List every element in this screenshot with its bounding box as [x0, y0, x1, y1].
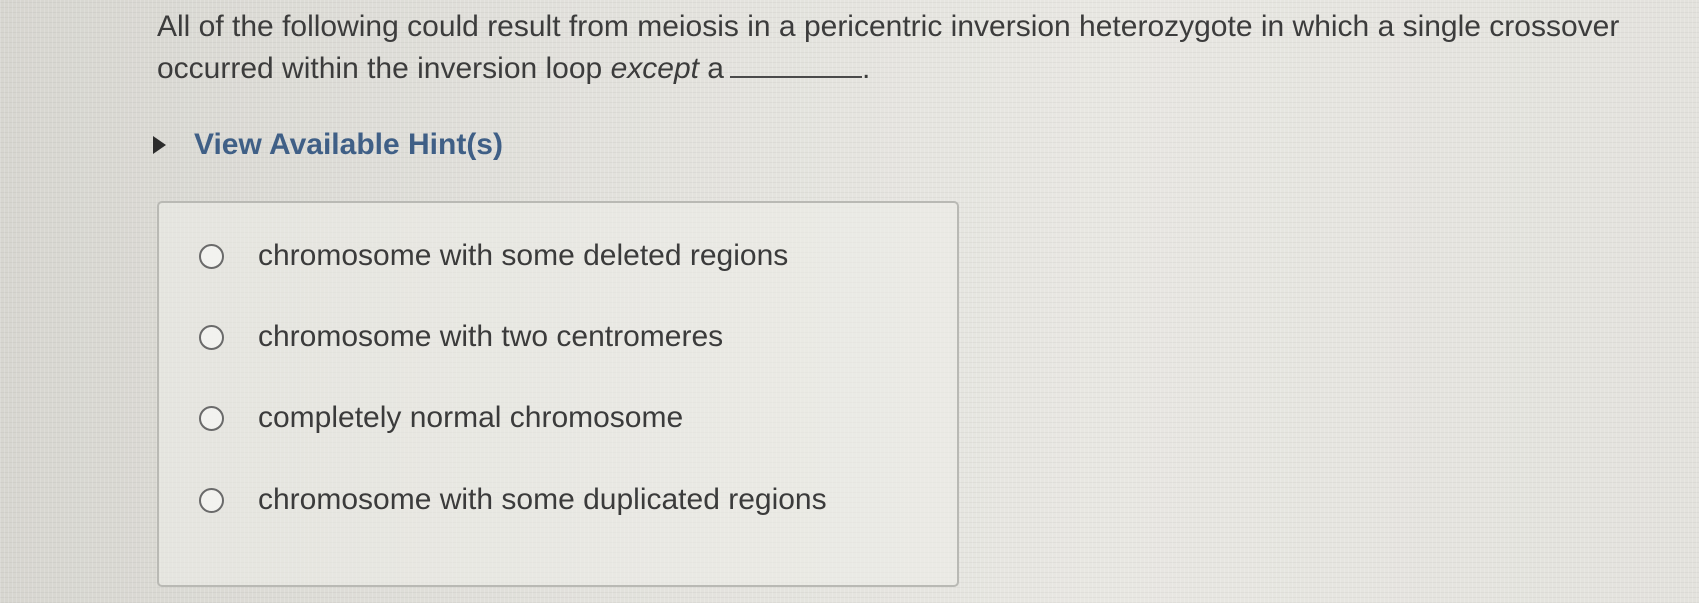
question-emphasis: except	[610, 52, 699, 85]
radio-button-icon[interactable]	[199, 487, 224, 513]
disclosure-triangle-right-icon	[153, 136, 166, 154]
option-label: chromosome with two centromeres	[258, 320, 724, 353]
view-hints-label: View Available Hint(s)	[194, 128, 503, 161]
question-text-end: a	[698, 52, 724, 85]
answer-options-box: chromosome with some deleted regions chr…	[157, 201, 959, 587]
question-text: All of the following could result from m…	[157, 6, 1637, 90]
radio-button-icon[interactable]	[199, 405, 224, 431]
option-deleted-regions[interactable]: chromosome with some deleted regions	[199, 239, 788, 273]
option-duplicated-regions[interactable]: chromosome with some duplicated regions	[199, 483, 827, 517]
radio-button-icon[interactable]	[199, 243, 224, 269]
option-normal-chromosome[interactable]: completely normal chromosome	[199, 401, 683, 435]
question-text-main: All of the following could result from m…	[157, 10, 1620, 85]
question-period: .	[862, 52, 871, 85]
option-label: completely normal chromosome	[258, 401, 684, 434]
option-label: chromosome with some duplicated regions	[258, 483, 827, 516]
view-hints-toggle[interactable]: View Available Hint(s)	[153, 128, 503, 162]
answer-blank	[730, 50, 862, 78]
option-two-centromeres[interactable]: chromosome with two centromeres	[199, 320, 723, 354]
option-label: chromosome with some deleted regions	[258, 239, 789, 272]
radio-button-icon[interactable]	[199, 324, 224, 350]
